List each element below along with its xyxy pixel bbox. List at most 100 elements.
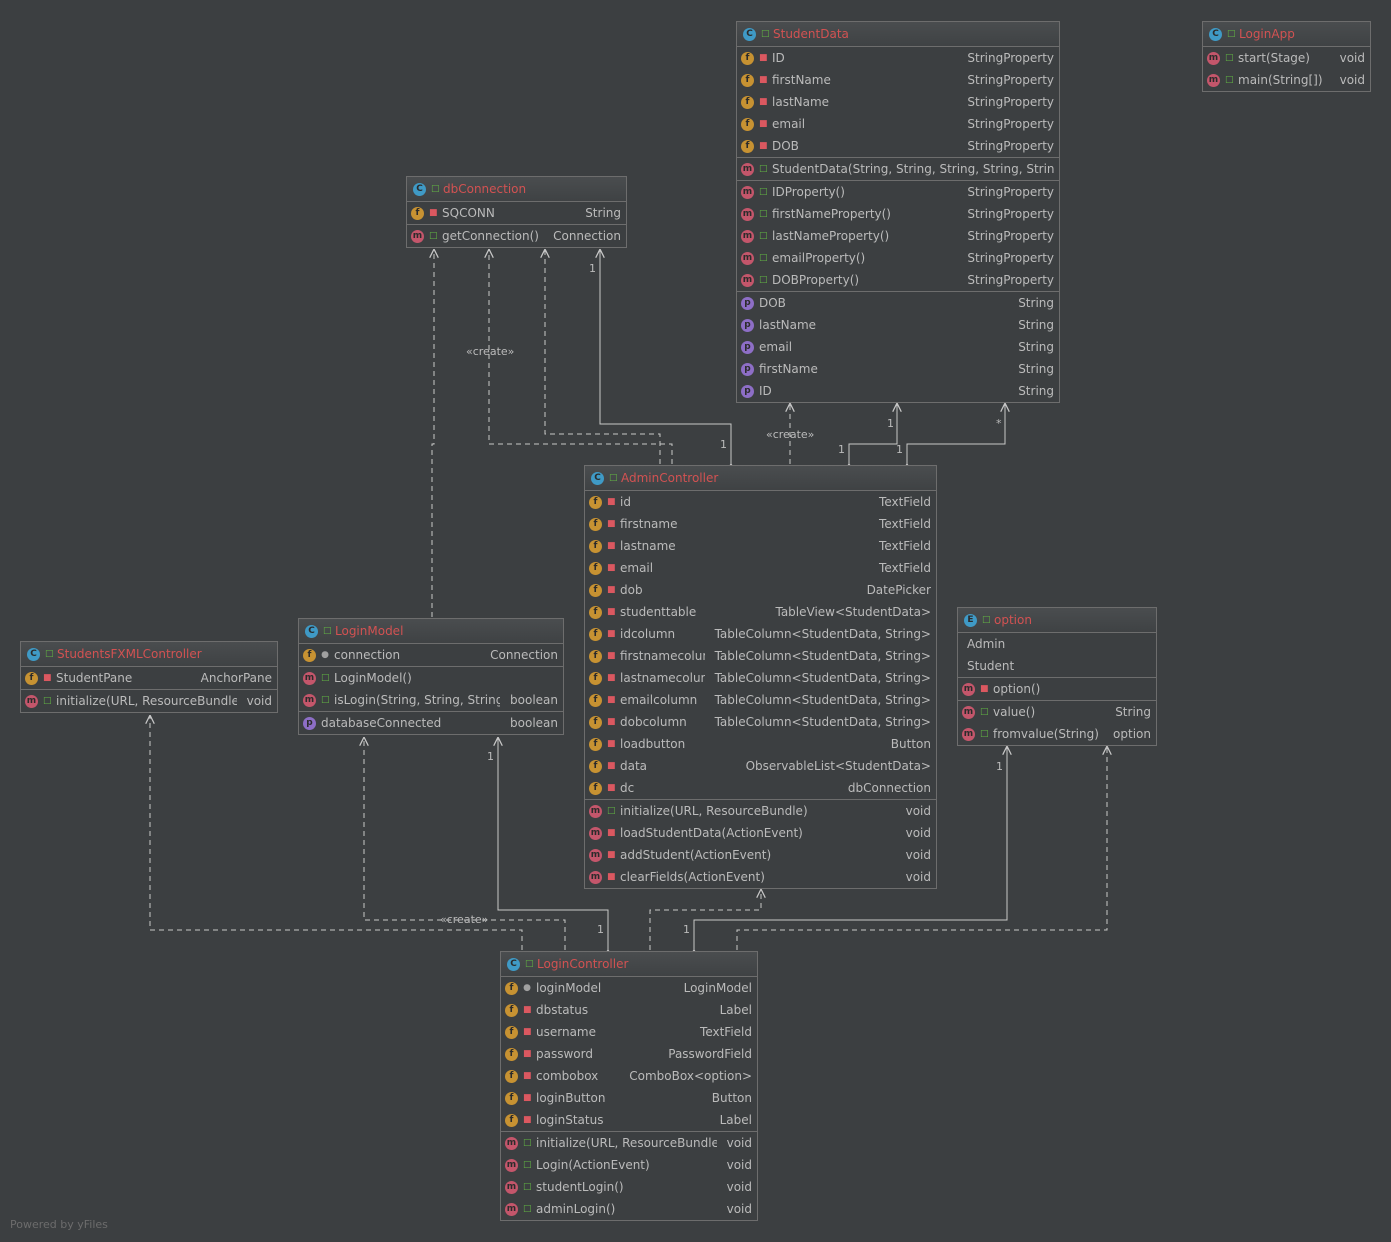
field-row[interactable]: f ■ lastName StringProperty (737, 91, 1059, 113)
class-box-loginapp[interactable]: C □ LoginApp m □ start(Stage) void m □ main(Strin… (1202, 21, 1371, 92)
method-row[interactable]: m □ LoginModel() (299, 667, 563, 689)
create-label: «create» (766, 428, 815, 441)
method-row[interactable]: m □ value() String (958, 701, 1156, 723)
field-icon: f (589, 539, 602, 553)
field-row[interactable]: f ■ firstnamecolumn TableColumn<StudentData… (585, 645, 936, 667)
class-header[interactable]: C □ AdminController (585, 466, 936, 491)
field-row[interactable]: f ■ idcolumn TableColumn<StudentData, Strin… (585, 623, 936, 645)
property-icon: p (303, 716, 316, 730)
method-row[interactable]: m □ firstNameProperty() StringProperty (737, 203, 1059, 225)
class-box-dbconnection[interactable]: C □ dbConnection f ■ SQCONN String m □ getConnect… (406, 176, 627, 248)
property-row[interactable]: p lastName String (737, 314, 1059, 336)
method-row[interactable]: m □ emailProperty() StringProperty (737, 247, 1059, 269)
field-row[interactable]: f ■ ID StringProperty (737, 47, 1059, 69)
field-row[interactable]: f ■ email TextField (585, 557, 936, 579)
method-row[interactable]: m □ start(Stage) void (1203, 47, 1370, 69)
class-header[interactable]: C □ StudentsFXMLController (21, 642, 277, 667)
property-row[interactable]: p databaseConnected boolean (299, 712, 563, 734)
method-row[interactable]: m □ getConnection() Connection (407, 225, 626, 247)
field-name: email (772, 117, 806, 131)
field-row[interactable]: f ■ SQCONN String (407, 202, 626, 224)
class-header[interactable]: C □ LoginModel (299, 619, 563, 644)
method-row[interactable]: m □ studentLogin() void (501, 1176, 757, 1198)
method-name: fromvalue(String) (993, 727, 1099, 741)
method-row[interactable]: m □ adminLogin() void (501, 1198, 757, 1220)
field-row[interactable]: f ■ email StringProperty (737, 113, 1059, 135)
field-row[interactable]: f ■ emailcolumn TableColumn<StudentData, St… (585, 689, 936, 711)
method-type: boolean (510, 693, 558, 707)
class-name: StudentsFXMLController (57, 647, 202, 661)
field-row[interactable]: f ■ lastnamecolumn TableColumn<StudentData,… (585, 667, 936, 689)
method-type: option (1113, 727, 1151, 741)
property-row[interactable]: p ID String (737, 380, 1059, 402)
method-row[interactable]: m ■ clearFields(ActionEvent) void (585, 866, 936, 888)
class-box-logincontroller[interactable]: C □ LoginController f ● loginModel LoginModel f… (500, 951, 758, 1221)
field-row[interactable]: f ■ combobox ComboBox<option> (501, 1065, 757, 1087)
field-row[interactable]: f ● connection Connection (299, 644, 563, 666)
class-header[interactable]: C □ StudentData (737, 22, 1059, 47)
property-icon: p (741, 340, 754, 354)
method-row[interactable]: m □ isLogin(String, String, String) boolean (299, 689, 563, 711)
method-row[interactable]: m ■ option() (958, 678, 1156, 700)
class-box-admincontroller[interactable]: C □ AdminController f ■ id TextField f ■ firstnam… (584, 465, 937, 889)
field-row[interactable]: f ■ dobcolumn TableColumn<StudentData, Stri… (585, 711, 936, 733)
member-section: m □ value() String m □ fromvalue(String) option (958, 701, 1156, 745)
method-row[interactable]: m ■ addStudent(ActionEvent) void (585, 844, 936, 866)
class-header[interactable]: C □ LoginApp (1203, 22, 1370, 47)
class-header[interactable]: C □ dbConnection (407, 177, 626, 202)
field-icon: f (505, 1003, 518, 1017)
field-row[interactable]: f ■ password PasswordField (501, 1043, 757, 1065)
enum-constant-row[interactable]: Admin (958, 633, 1156, 655)
field-row[interactable]: f ■ id TextField (585, 491, 936, 513)
class-box-option[interactable]: E □ option Admin Student m ■ option() m □ value() S… (957, 607, 1157, 746)
method-row[interactable]: m □ main(String[]) void (1203, 69, 1370, 91)
method-row[interactable]: m □ DOBProperty() StringProperty (737, 269, 1059, 291)
field-row[interactable]: f ■ data ObservableList<StudentData> (585, 755, 936, 777)
property-row[interactable]: p email String (737, 336, 1059, 358)
method-type: Connection (553, 229, 621, 243)
class-box-studentdata[interactable]: C □ StudentData f ■ ID StringProperty f ■ firstNa… (736, 21, 1060, 403)
method-row[interactable]: m □ initialize(URL, ResourceBundle) void (501, 1132, 757, 1154)
method-name: initialize(URL, ResourceBundle) (536, 1136, 717, 1150)
field-row[interactable]: f ■ loadbutton Button (585, 733, 936, 755)
field-row[interactable]: f ■ username TextField (501, 1021, 757, 1043)
field-row[interactable]: f ■ firstName StringProperty (737, 69, 1059, 91)
field-row[interactable]: f ■ DOB StringProperty (737, 135, 1059, 157)
enum-constant-row[interactable]: Student (958, 655, 1156, 677)
field-row[interactable]: f ■ firstname TextField (585, 513, 936, 535)
class-box-loginmodel[interactable]: C □ LoginModel f ● connection Connection m □ Logi… (298, 618, 564, 735)
dependency-admin-dbconnection (545, 250, 661, 464)
method-row[interactable]: m □ IDProperty() StringProperty (737, 181, 1059, 203)
field-row[interactable]: f ■ dc dbConnection (585, 777, 936, 799)
field-row[interactable]: f ■ studenttable TableView<StudentData> (585, 601, 936, 623)
private-visibility-icon: ■ (607, 606, 616, 617)
private-visibility-icon: ■ (523, 1114, 532, 1125)
field-name: loginStatus (536, 1113, 604, 1127)
enum-constant-name: Admin (967, 637, 1006, 651)
field-row[interactable]: f ■ loginStatus Label (501, 1109, 757, 1131)
method-row[interactable]: m □ Login(ActionEvent) void (501, 1154, 757, 1176)
method-type: void (905, 804, 931, 818)
method-row[interactable]: m □ lastNameProperty() StringProperty (737, 225, 1059, 247)
method-row[interactable]: m □ initialize(URL, ResourceBundle) void (21, 690, 277, 712)
property-row[interactable]: p DOB String (737, 292, 1059, 314)
field-icon: f (25, 671, 38, 685)
field-row[interactable]: f ■ StudentPane AnchorPane (21, 667, 277, 689)
method-row[interactable]: m □ StudentData(String, String, String, St… (737, 158, 1059, 180)
property-row[interactable]: p firstName String (737, 358, 1059, 380)
member-section: Admin Student (958, 633, 1156, 678)
class-header[interactable]: C □ LoginController (501, 952, 757, 977)
class-header[interactable]: E □ option (958, 608, 1156, 633)
field-row[interactable]: f ■ loginButton Button (501, 1087, 757, 1109)
method-row[interactable]: m ■ loadStudentData(ActionEvent) void (585, 822, 936, 844)
field-type: TableView<StudentData> (775, 605, 931, 619)
field-row[interactable]: f ■ dob DatePicker (585, 579, 936, 601)
class-box-studentsfxmlcontroller[interactable]: C □ StudentsFXMLController f ■ StudentPane Anc… (20, 641, 278, 713)
method-type: void (1339, 73, 1365, 87)
create-label: «create» (440, 913, 489, 926)
field-row[interactable]: f ■ lastname TextField (585, 535, 936, 557)
method-row[interactable]: m □ fromvalue(String) option (958, 723, 1156, 745)
field-row[interactable]: f ■ dbstatus Label (501, 999, 757, 1021)
field-row[interactable]: f ● loginModel LoginModel (501, 977, 757, 999)
method-row[interactable]: m □ initialize(URL, ResourceBundle) void (585, 800, 936, 822)
